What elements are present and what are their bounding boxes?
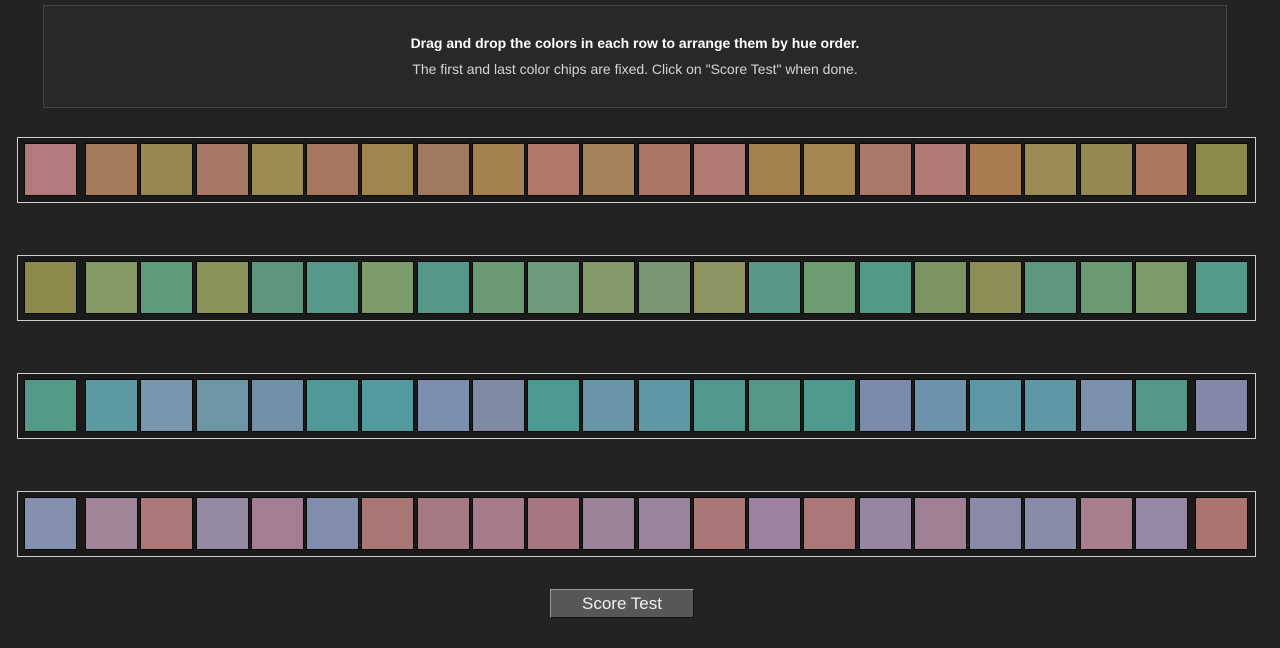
color-chip[interactable] [1079, 143, 1133, 196]
color-chip[interactable] [140, 261, 194, 314]
color-chip[interactable] [361, 497, 415, 550]
color-chip[interactable] [1134, 143, 1188, 196]
color-chip[interactable] [361, 261, 415, 314]
fixed-chip-last [1195, 497, 1248, 550]
color-chip[interactable] [803, 143, 857, 196]
color-chip[interactable] [195, 261, 249, 314]
color-chip[interactable] [1134, 379, 1188, 432]
color-chip[interactable] [582, 143, 636, 196]
color-chip[interactable] [637, 261, 691, 314]
score-test-button[interactable]: Score Test [550, 589, 694, 618]
color-chip[interactable] [692, 143, 746, 196]
color-chip[interactable] [582, 497, 636, 550]
color-chip[interactable] [858, 497, 912, 550]
color-chip[interactable] [306, 497, 359, 550]
color-chip[interactable] [527, 143, 580, 196]
color-chip[interactable] [803, 261, 857, 314]
color-chip[interactable] [1024, 379, 1078, 432]
color-chip[interactable] [527, 261, 580, 314]
hue-row-3 [17, 373, 1256, 439]
color-chip[interactable] [471, 261, 525, 314]
color-chip[interactable] [306, 261, 359, 314]
fixed-chip-first [24, 143, 77, 196]
color-chip[interactable] [416, 379, 470, 432]
color-chip[interactable] [858, 261, 912, 314]
color-chip[interactable] [858, 143, 912, 196]
color-chip[interactable] [471, 143, 525, 196]
color-chip[interactable] [250, 261, 304, 314]
color-chip[interactable] [969, 379, 1022, 432]
color-chip[interactable] [1079, 261, 1133, 314]
color-chip[interactable] [748, 497, 801, 550]
color-chip[interactable] [1079, 497, 1133, 550]
fixed-chip-last [1195, 261, 1248, 314]
color-chip[interactable] [913, 379, 967, 432]
color-chip[interactable] [692, 497, 746, 550]
color-chip[interactable] [85, 143, 138, 196]
color-chip[interactable] [1134, 261, 1188, 314]
color-chip[interactable] [250, 143, 304, 196]
color-chip[interactable] [527, 497, 580, 550]
color-chip[interactable] [195, 497, 249, 550]
color-chip[interactable] [471, 497, 525, 550]
color-chip[interactable] [195, 143, 249, 196]
color-chip[interactable] [306, 143, 359, 196]
color-chip[interactable] [969, 143, 1022, 196]
color-chip[interactable] [85, 497, 138, 550]
color-chip[interactable] [195, 379, 249, 432]
color-chip[interactable] [748, 261, 801, 314]
fixed-chip-last [1195, 379, 1248, 432]
color-chip[interactable] [582, 379, 636, 432]
color-chip[interactable] [416, 143, 470, 196]
fixed-chip-last [1195, 143, 1248, 196]
hue-row-2 [17, 255, 1256, 321]
color-chip[interactable] [140, 379, 194, 432]
color-chip[interactable] [692, 379, 746, 432]
color-chip[interactable] [416, 261, 470, 314]
color-chip[interactable] [306, 379, 359, 432]
color-chip[interactable] [858, 379, 912, 432]
instructions-subtitle: The first and last color chips are fixed… [412, 61, 858, 77]
hue-row-4 [17, 491, 1256, 557]
color-chip[interactable] [913, 497, 967, 550]
color-chip[interactable] [637, 379, 691, 432]
color-chip[interactable] [85, 379, 138, 432]
color-chip[interactable] [582, 261, 636, 314]
color-chip[interactable] [361, 143, 415, 196]
color-chip[interactable] [250, 497, 304, 550]
color-chip[interactable] [250, 379, 304, 432]
color-chip[interactable] [361, 379, 415, 432]
color-chip[interactable] [913, 261, 967, 314]
color-chip[interactable] [1024, 261, 1078, 314]
color-chip[interactable] [471, 379, 525, 432]
color-chip[interactable] [527, 379, 580, 432]
color-chip[interactable] [140, 143, 194, 196]
instructions-panel: Drag and drop the colors in each row to … [43, 5, 1227, 108]
color-chip[interactable] [803, 497, 857, 550]
color-chip[interactable] [1079, 379, 1133, 432]
color-chip[interactable] [85, 261, 138, 314]
color-chip[interactable] [969, 261, 1022, 314]
fixed-chip-first [24, 497, 77, 550]
instructions-title: Drag and drop the colors in each row to … [410, 35, 860, 51]
color-chip[interactable] [637, 143, 691, 196]
color-chip[interactable] [637, 497, 691, 550]
color-chip[interactable] [748, 379, 801, 432]
color-chip[interactable] [1134, 497, 1188, 550]
color-chip[interactable] [748, 143, 801, 196]
color-chip[interactable] [140, 497, 194, 550]
color-chip[interactable] [913, 143, 967, 196]
color-chip[interactable] [416, 497, 470, 550]
fixed-chip-first [24, 261, 77, 314]
color-chip[interactable] [1024, 143, 1078, 196]
hue-row-1 [17, 137, 1256, 203]
color-chip[interactable] [803, 379, 857, 432]
color-chip[interactable] [1024, 497, 1078, 550]
color-chip[interactable] [969, 497, 1022, 550]
color-chip[interactable] [692, 261, 746, 314]
fixed-chip-first [24, 379, 77, 432]
